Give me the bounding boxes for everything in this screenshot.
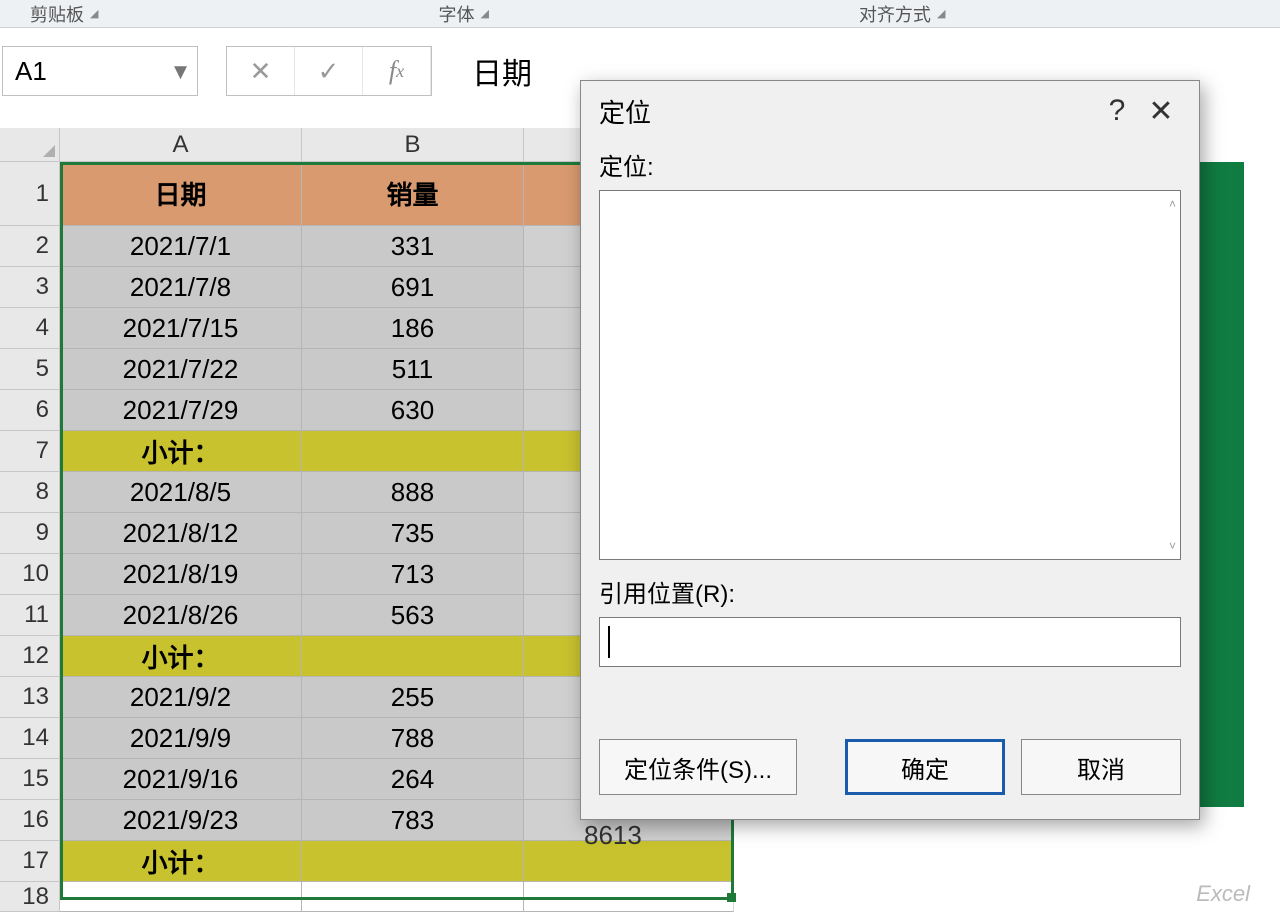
cell[interactable]: 销量 [302,162,524,226]
scroll-down-icon[interactable]: ˅ [1169,539,1176,553]
dialog-launcher-icon[interactable]: ◢ [480,7,488,20]
row-header[interactable]: 3 [0,267,60,308]
cell[interactable]: 783 [302,800,524,841]
cell[interactable]: 2021/7/29 [60,390,302,431]
row-header[interactable]: 12 [0,636,60,677]
cell[interactable] [302,841,524,882]
cell[interactable]: 2021/8/5 [60,472,302,513]
cell[interactable]: 2021/8/26 [60,595,302,636]
cell[interactable]: 小计： [60,636,302,677]
row-header[interactable]: 15 [0,759,60,800]
ribbon-group-labels: 剪贴板 ◢ 字体 ◢ 对齐方式 ◢ [0,0,1280,28]
cell[interactable]: 691 [302,267,524,308]
row-header[interactable]: 9 [0,513,60,554]
chevron-down-icon[interactable]: ▾ [174,56,187,87]
dialog-launcher-icon[interactable]: ◢ [90,7,98,20]
ok-button[interactable]: 确定 [845,739,1005,795]
row-header[interactable]: 5 [0,349,60,390]
cell[interactable]: 2021/9/23 [60,800,302,841]
cell[interactable] [60,882,302,912]
fx-button[interactable]: fx [363,47,431,95]
cell[interactable]: 2021/7/1 [60,226,302,267]
cell[interactable]: 2021/9/2 [60,677,302,718]
row-header[interactable]: 10 [0,554,60,595]
help-icon[interactable]: ? [1095,94,1139,128]
selection-indicator-right [1198,162,1244,807]
formula-text[interactable]: 日期 [472,49,532,93]
cell[interactable]: 264 [302,759,524,800]
row-header[interactable]: 6 [0,390,60,431]
cell[interactable]: 630 [302,390,524,431]
cell[interactable]: 2021/7/15 [60,308,302,349]
row-header[interactable]: 2 [0,226,60,267]
cell[interactable]: 2021/7/22 [60,349,302,390]
row-header[interactable]: 16 [0,800,60,841]
cell[interactable] [302,431,524,472]
name-box[interactable]: A1 ▾ [2,46,198,96]
ribbon-label-alignment: 对齐方式 [859,1,931,27]
cell[interactable]: 日期 [60,162,302,226]
cell[interactable]: 888 [302,472,524,513]
name-box-value: A1 [15,56,47,87]
cell[interactable]: 713 [302,554,524,595]
accept-formula-button[interactable]: ✓ [295,47,363,95]
cell[interactable]: 2021/9/9 [60,718,302,759]
cell[interactable]: 小计： [60,841,302,882]
cell[interactable]: 2021/8/19 [60,554,302,595]
dialog-launcher-icon[interactable]: ◢ [937,7,945,20]
goto-dialog: 定位 ? ✕ 定位: ˄ ˅ 引用位置(R): 定位条件(S)... 确定 取消 [580,80,1200,820]
watermark-text: Excel [1196,881,1250,907]
cancel-button[interactable]: 取消 [1021,739,1181,795]
row-header[interactable]: 18 [0,882,60,912]
reference-input[interactable] [599,617,1181,667]
cell[interactable]: 2021/7/8 [60,267,302,308]
row-header[interactable]: 14 [0,718,60,759]
close-icon[interactable]: ✕ [1139,94,1183,129]
cancel-formula-button[interactable]: ✕ [227,47,295,95]
cell[interactable]: 小计： [60,431,302,472]
column-header-b[interactable]: B [302,128,524,162]
goto-special-button[interactable]: 定位条件(S)... [599,739,797,795]
cell[interactable]: 511 [302,349,524,390]
table-row: 18 [0,882,740,912]
row-header[interactable]: 11 [0,595,60,636]
ribbon-label-clipboard: 剪贴板 [30,1,84,27]
select-all-button[interactable] [0,128,60,162]
cell[interactable]: 788 [302,718,524,759]
row-header[interactable]: 7 [0,431,60,472]
dialog-title: 定位 [599,93,1095,130]
row-header[interactable]: 4 [0,308,60,349]
cell[interactable]: 2021/8/12 [60,513,302,554]
row-header[interactable]: 8 [0,472,60,513]
cell[interactable] [302,636,524,677]
cell[interactable]: 255 [302,677,524,718]
scroll-up-icon[interactable]: ˄ [1169,197,1176,211]
cell[interactable]: 735 [302,513,524,554]
row-header[interactable]: 17 [0,841,60,882]
reference-label: 引用位置(R): [599,574,1181,609]
cell[interactable] [524,882,734,912]
goto-listbox[interactable]: ˄ ˅ [599,190,1181,560]
cell[interactable]: 563 [302,595,524,636]
cell[interactable]: 331 [302,226,524,267]
column-header-a[interactable]: A [60,128,302,162]
row-header[interactable]: 13 [0,677,60,718]
cell[interactable]: 186 [302,308,524,349]
cell[interactable] [302,882,524,912]
cell-value-peek: 8613 [584,820,642,851]
formula-bar-buttons: ✕ ✓ fx [226,46,432,96]
ribbon-label-font: 字体 [438,1,474,27]
row-header[interactable]: 1 [0,162,60,226]
cell[interactable]: 2021/9/16 [60,759,302,800]
goto-list-label: 定位: [599,147,1181,182]
